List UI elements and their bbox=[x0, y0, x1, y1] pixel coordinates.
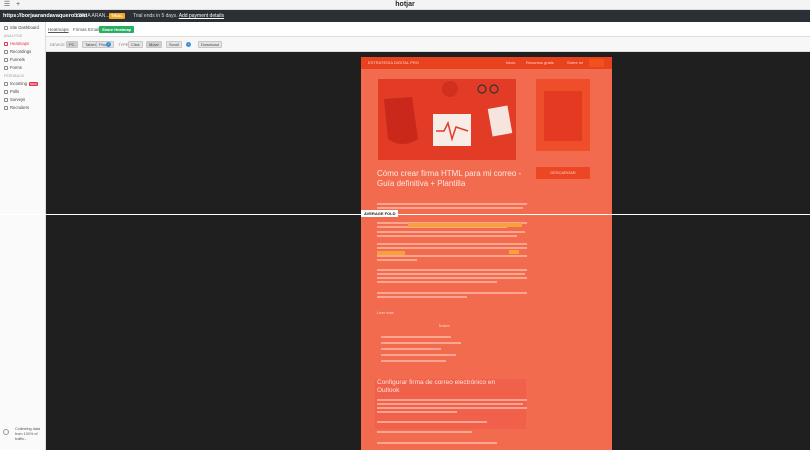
page-logo: ESTRATEGIA DIGITAL PRO bbox=[368, 60, 419, 65]
poll-icon bbox=[4, 89, 8, 94]
info-icon[interactable]: i bbox=[106, 42, 111, 47]
type-label: TYPE bbox=[118, 42, 129, 47]
heatmap-page[interactable]: ESTRATEGIA DIGITAL PRO Inicio Recursos g… bbox=[361, 57, 612, 450]
heatmap-icon bbox=[4, 41, 8, 46]
hero-image bbox=[378, 79, 516, 160]
funnel-icon bbox=[4, 57, 8, 62]
menu-icon[interactable]: ☰ bbox=[3, 1, 11, 9]
trial-text: Trial ends in 5 days. bbox=[133, 13, 178, 19]
device-label: DEVICE bbox=[50, 42, 65, 47]
sidebar-item-label: Surveys bbox=[10, 97, 26, 102]
sidebar-heading-analysis: ANALYSIS bbox=[4, 34, 23, 38]
site-bar: https://borjaarandavaquero.com BORJA ARA… bbox=[0, 10, 810, 22]
article-title: Cómo crear firma HTML para mi correo - G… bbox=[377, 169, 522, 188]
sidebar-item-dashboard[interactable]: Site Dashboard bbox=[4, 24, 39, 31]
breadcrumb-heatmaps[interactable]: Heatmaps bbox=[48, 22, 69, 37]
nav-item: Sobre mí bbox=[567, 60, 584, 65]
status-icon bbox=[3, 429, 9, 435]
sidebar-item-label: Forms bbox=[10, 65, 22, 70]
breadcrumb-current: Firmas Email bbox=[73, 27, 100, 32]
sidebar-heading-feedback: FEEDBACK bbox=[4, 74, 25, 78]
ebook-cover bbox=[544, 91, 582, 141]
device-pc-button[interactable]: PC bbox=[66, 41, 78, 48]
sidebar-item-label: Recordings bbox=[10, 49, 32, 54]
sidebar-item-polls[interactable]: Polls bbox=[4, 88, 19, 95]
sidebar-item-label: Site Dashboard bbox=[10, 25, 39, 30]
user-name[interactable]: BORJA ARAN... bbox=[74, 10, 110, 22]
sidebar: Site Dashboard ANALYSIS Heatmaps Recordi… bbox=[0, 22, 46, 450]
hotjar-logo: hotjar bbox=[395, 1, 415, 8]
info-icon[interactable]: i bbox=[186, 42, 191, 47]
recording-icon bbox=[4, 49, 8, 54]
dashboard-icon bbox=[4, 25, 8, 30]
nav-item: Inicio bbox=[506, 60, 516, 65]
sidebar-item-label: Polls bbox=[10, 89, 20, 94]
download-button[interactable]: Download bbox=[198, 41, 222, 48]
heatmap-toolbar: DEVICE PC Tablet Phone i TYPE Click Move… bbox=[46, 37, 810, 52]
mug-shape bbox=[384, 97, 418, 144]
sidebar-item-label: Incoming bbox=[10, 81, 27, 86]
type-click-button[interactable]: Click bbox=[128, 41, 143, 48]
average-fold-line bbox=[0, 214, 810, 215]
browser-toolbar: ☰ + hotjar bbox=[0, 0, 810, 10]
new-badge: NEW bbox=[29, 81, 38, 86]
collecting-text: Collecting data from 100% of traffic... bbox=[15, 427, 41, 441]
add-icon[interactable]: + bbox=[14, 1, 22, 9]
sidebar-item-heatmaps[interactable]: Heatmaps bbox=[4, 40, 29, 47]
ebook-card bbox=[536, 79, 590, 151]
recruiter-icon bbox=[4, 105, 8, 110]
sidebar-item-label: Heatmaps bbox=[10, 41, 30, 46]
sidebar-item-funnels[interactable]: Funnels bbox=[4, 56, 25, 63]
section-heading: Configurar firma de correo electrónico e… bbox=[377, 379, 496, 394]
breadcrumb: Heatmaps › Firmas Email Share Heatmap bbox=[46, 22, 810, 37]
toc-title: Índice bbox=[439, 323, 450, 328]
nav-cta bbox=[589, 59, 604, 67]
page-nav: ESTRATEGIA DIGITAL PRO Inicio Recursos g… bbox=[361, 57, 612, 69]
trial-notice: Trial ends in 5 days. Add payment detail… bbox=[133, 10, 224, 22]
type-scroll-button[interactable]: Scroll bbox=[166, 41, 183, 48]
sidebar-item-recordings[interactable]: Recordings bbox=[4, 48, 31, 55]
incoming-icon bbox=[4, 81, 8, 86]
trial-badge: TRIAL bbox=[109, 13, 125, 19]
sidebar-item-label: Funnels bbox=[10, 57, 25, 62]
sidebar-item-recruiters[interactable]: Recruiters bbox=[4, 104, 29, 111]
average-fold-label: AVERAGE FOLD bbox=[361, 210, 399, 217]
payment-link[interactable]: Add payment details bbox=[179, 13, 224, 19]
type-move-button[interactable]: Move bbox=[146, 41, 162, 48]
sidebar-item-forms[interactable]: Forms bbox=[4, 64, 22, 71]
read-more-text: Leer más bbox=[377, 310, 394, 315]
breadcrumb-separator: › bbox=[68, 27, 70, 32]
download-cta: DESCARGAR bbox=[536, 167, 590, 179]
survey-icon bbox=[4, 97, 8, 102]
nav-item: Recursos gratis bbox=[526, 60, 554, 65]
sidebar-item-incoming[interactable]: Incoming NEW bbox=[4, 80, 38, 87]
form-icon bbox=[4, 65, 8, 70]
share-heatmap-button[interactable]: Share Heatmap bbox=[99, 26, 135, 33]
plant-shape bbox=[442, 81, 458, 97]
sidebar-item-surveys[interactable]: Surveys bbox=[4, 96, 25, 103]
sidebar-item-label: Recruiters bbox=[10, 105, 30, 110]
